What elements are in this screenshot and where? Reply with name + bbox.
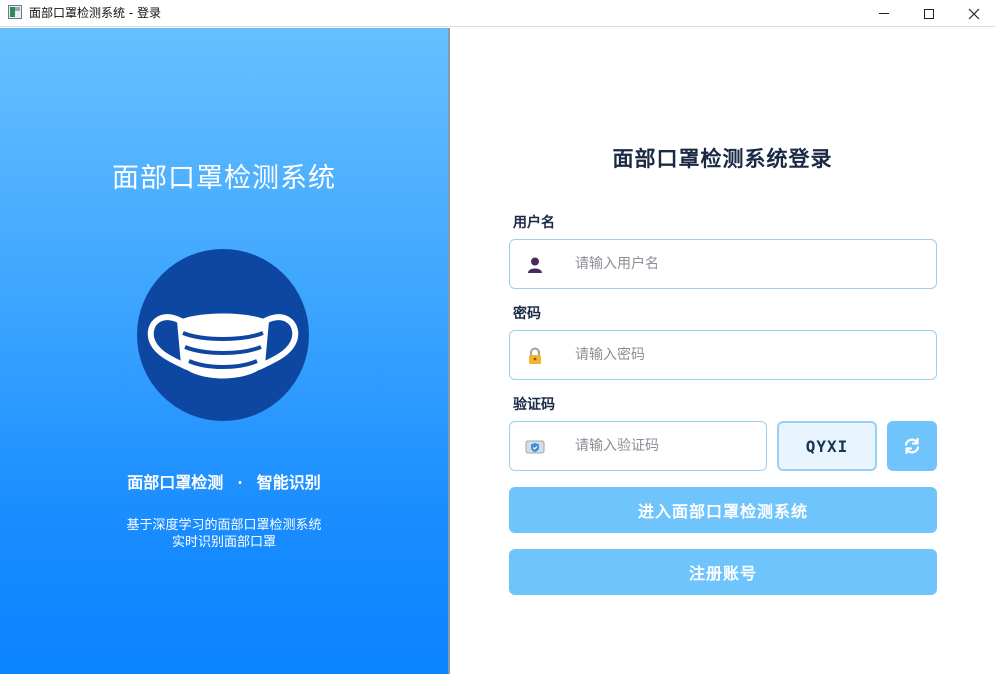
face-mask-icon bbox=[137, 249, 309, 421]
brand-title: 面部口罩检测系统 bbox=[112, 163, 336, 194]
minimize-button[interactable] bbox=[861, 0, 907, 27]
tagline-recognize: 智能识别 bbox=[256, 473, 321, 492]
captcha-input[interactable] bbox=[575, 422, 760, 470]
username-field[interactable] bbox=[509, 239, 937, 289]
maximize-icon bbox=[924, 8, 934, 19]
register-button[interactable]: 注册账号 bbox=[509, 549, 937, 595]
app-icon bbox=[8, 5, 22, 19]
refresh-captcha-button[interactable] bbox=[887, 421, 937, 471]
brand-description: 基于深度学习的面部口罩检测系统 实时识别面部口罩 bbox=[0, 517, 448, 551]
login-button[interactable]: 进入面部口罩检测系统 bbox=[509, 487, 937, 533]
window-title: 面部口罩检测系统 - 登录 bbox=[29, 6, 161, 20]
user-icon bbox=[528, 257, 542, 273]
desc-line-1: 基于深度学习的面部口罩检测系统 bbox=[126, 518, 322, 533]
tagline-detect: 面部口罩检测 bbox=[127, 473, 224, 492]
brand-panel: 面部口罩检测系统 面部口罩检测 · 智能识别 基于深度学习的面部口罩检测系统 实时识… bbox=[0, 28, 448, 674]
maximize-button[interactable] bbox=[906, 0, 952, 27]
password-input[interactable] bbox=[575, 331, 925, 379]
close-icon bbox=[968, 8, 980, 19]
panel-divider bbox=[448, 28, 450, 674]
desc-line-2: 实时识别面部口罩 bbox=[171, 535, 276, 550]
minimize-icon bbox=[879, 13, 889, 14]
login-title: 面部口罩检测系统登录 bbox=[612, 146, 833, 171]
username-label: 用户名 bbox=[513, 215, 555, 231]
close-button[interactable] bbox=[951, 0, 995, 27]
title-bar: 面部口罩检测系统 - 登录 bbox=[0, 0, 995, 27]
captcha-field[interactable] bbox=[509, 421, 767, 471]
password-label: 密码 bbox=[513, 306, 541, 322]
refresh-icon bbox=[904, 437, 920, 455]
captcha-label: 验证码 bbox=[513, 397, 555, 413]
lock-icon bbox=[529, 347, 541, 364]
username-input[interactable] bbox=[575, 240, 925, 288]
captcha-image[interactable]: QYXI bbox=[777, 421, 877, 471]
brand-tagline: 面部口罩检测 · 智能识别 bbox=[0, 469, 448, 493]
tagline-separator: · bbox=[237, 473, 243, 492]
captcha-shield-icon bbox=[525, 440, 545, 454]
password-field[interactable] bbox=[509, 330, 937, 380]
